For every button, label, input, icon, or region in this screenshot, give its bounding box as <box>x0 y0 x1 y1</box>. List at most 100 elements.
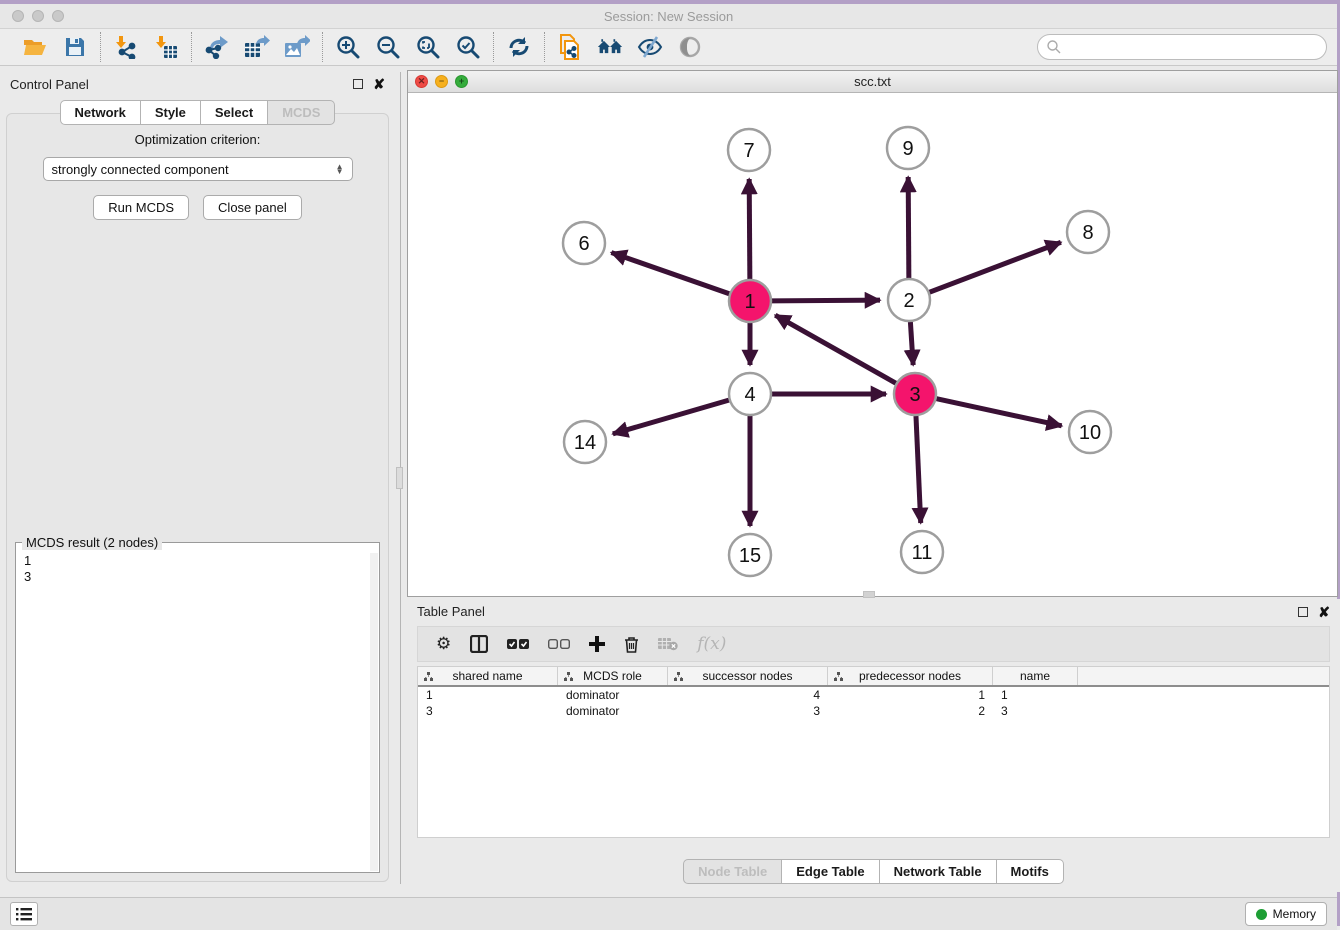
search-input[interactable] <box>1037 34 1327 60</box>
table-cell[interactable]: 1 <box>828 687 993 703</box>
control-panel-title: Control Panel <box>10 77 89 92</box>
trash-icon[interactable] <box>624 636 639 653</box>
optimization-criterion-select[interactable]: strongly connected component ▲▼ <box>43 157 353 181</box>
node-label: 10 <box>1079 422 1101 444</box>
result-scrollbar[interactable] <box>370 553 378 871</box>
node-10[interactable]: 10 <box>1069 411 1111 453</box>
zoom-selected-icon[interactable] <box>455 34 481 60</box>
network-graph[interactable]: 7 9 6 8 1 2 4 3 14 10 15 11 <box>408 93 1337 596</box>
table-cell[interactable]: 2 <box>828 703 993 719</box>
mcds-result-item[interactable]: 3 <box>24 569 375 585</box>
node-7[interactable]: 7 <box>728 129 770 171</box>
mcds-result-title: MCDS result (2 nodes) <box>22 535 162 550</box>
deselect-all-columns-icon[interactable] <box>548 638 570 650</box>
add-column-icon[interactable] <box>589 636 605 652</box>
table-cell[interactable]: 3 <box>668 703 828 719</box>
table-cell[interactable]: dominator <box>558 703 668 719</box>
select-all-columns-icon[interactable] <box>507 638 529 650</box>
run-mcds-button[interactable]: Run MCDS <box>93 195 189 220</box>
zoom-out-icon[interactable] <box>375 34 401 60</box>
node-6[interactable]: 6 <box>563 222 605 264</box>
tab-network[interactable]: Network <box>60 100 141 125</box>
column-header-predecessor-nodes[interactable]: predecessor nodes <box>828 667 993 685</box>
edge-3-10[interactable] <box>936 399 1061 426</box>
zoom-in-icon[interactable] <box>335 34 361 60</box>
zoom-fit-icon[interactable] <box>415 34 441 60</box>
export-image-icon[interactable] <box>284 34 310 60</box>
edge-2-8[interactable] <box>930 242 1061 292</box>
function-builder-icon[interactable]: f(x) <box>697 634 726 654</box>
import-table-icon[interactable] <box>153 34 179 60</box>
column-header-MCDS-role[interactable]: MCDS role <box>558 667 668 685</box>
task-history-button[interactable] <box>10 902 38 926</box>
tab-node-table[interactable]: Node Table <box>683 859 782 884</box>
memory-button[interactable]: Memory <box>1245 902 1327 926</box>
node-1[interactable]: 1 <box>729 280 771 322</box>
node-label: 11 <box>912 542 933 564</box>
duplicate-network-icon[interactable] <box>557 34 583 60</box>
table-row[interactable]: 1dominator411 <box>418 687 1329 703</box>
edge-2-9[interactable] <box>908 177 909 278</box>
column-header-successor-nodes[interactable]: successor nodes <box>668 667 828 685</box>
import-network-icon[interactable] <box>113 34 139 60</box>
open-folder-icon[interactable] <box>22 34 48 60</box>
chevron-up-down-icon: ▲▼ <box>336 164 344 174</box>
table-panel: Table Panel ✘ ⚙ f(x) shared nameMCDS rol… <box>407 599 1340 892</box>
table-row[interactable]: 3dominator323 <box>418 703 1329 719</box>
tab-edge-table[interactable]: Edge Table <box>782 859 879 884</box>
float-panel-icon[interactable] <box>353 79 363 89</box>
dropdown-value: strongly connected component <box>52 162 229 177</box>
delete-table-icon[interactable] <box>658 637 678 651</box>
mcds-result-item[interactable]: 1 <box>24 553 375 569</box>
edge-3-11[interactable] <box>916 416 921 523</box>
table-cell[interactable]: 1 <box>993 687 1078 703</box>
table-cell[interactable]: 1 <box>418 687 558 703</box>
node-4[interactable]: 4 <box>729 373 771 415</box>
node-11[interactable]: 11 <box>901 531 943 573</box>
status-bar: Memory <box>0 897 1337 930</box>
horizontal-splitter[interactable] <box>863 591 875 598</box>
gray-eye-icon[interactable] <box>677 34 703 60</box>
tab-style[interactable]: Style <box>141 100 201 125</box>
columns-icon[interactable] <box>470 635 488 653</box>
table-cell[interactable]: 4 <box>668 687 828 703</box>
edge-3-1[interactable] <box>775 315 896 383</box>
column-header-shared-name[interactable]: shared name <box>418 667 558 685</box>
memory-status-icon <box>1256 909 1267 920</box>
refresh-layout-icon[interactable] <box>506 34 532 60</box>
hide-eye-icon[interactable] <box>637 34 663 60</box>
node-label: 15 <box>739 545 761 567</box>
network-canvas[interactable]: 7 9 6 8 1 2 4 3 14 10 15 11 <box>408 93 1337 596</box>
edge-2-3[interactable] <box>910 322 913 365</box>
vertical-splitter[interactable] <box>395 72 405 884</box>
homes-icon[interactable] <box>597 34 623 60</box>
save-icon[interactable] <box>62 34 88 60</box>
export-network-icon[interactable] <box>204 34 230 60</box>
close-panel-button[interactable]: Close panel <box>203 195 302 220</box>
edge-4-14[interactable] <box>613 400 729 434</box>
tab-mcds[interactable]: MCDS <box>268 100 335 125</box>
close-panel-icon[interactable]: ✘ <box>373 77 385 91</box>
export-table-icon[interactable] <box>244 34 270 60</box>
column-header-name[interactable]: name <box>993 667 1078 685</box>
table-cell[interactable]: 3 <box>418 703 558 719</box>
sort-icon <box>424 672 433 681</box>
edge-1-7[interactable] <box>749 179 750 279</box>
close-table-panel-icon[interactable]: ✘ <box>1318 605 1330 619</box>
gear-icon[interactable]: ⚙ <box>436 634 451 654</box>
node-9[interactable]: 9 <box>887 127 929 169</box>
tab-select[interactable]: Select <box>201 100 268 125</box>
node-15[interactable]: 15 <box>729 534 771 576</box>
edge-1-6[interactable] <box>611 253 729 294</box>
node-8[interactable]: 8 <box>1067 211 1109 253</box>
node-14[interactable]: 14 <box>564 421 606 463</box>
edge-1-2[interactable] <box>772 300 880 301</box>
tab-network-table[interactable]: Network Table <box>880 859 997 884</box>
float-table-panel-icon[interactable] <box>1298 607 1308 617</box>
node-3[interactable]: 3 <box>894 373 936 415</box>
node-label: 1 <box>744 291 755 313</box>
node-2[interactable]: 2 <box>888 279 930 321</box>
table-cell[interactable]: dominator <box>558 687 668 703</box>
table-cell[interactable]: 3 <box>993 703 1078 719</box>
tab-motifs[interactable]: Motifs <box>997 859 1064 884</box>
